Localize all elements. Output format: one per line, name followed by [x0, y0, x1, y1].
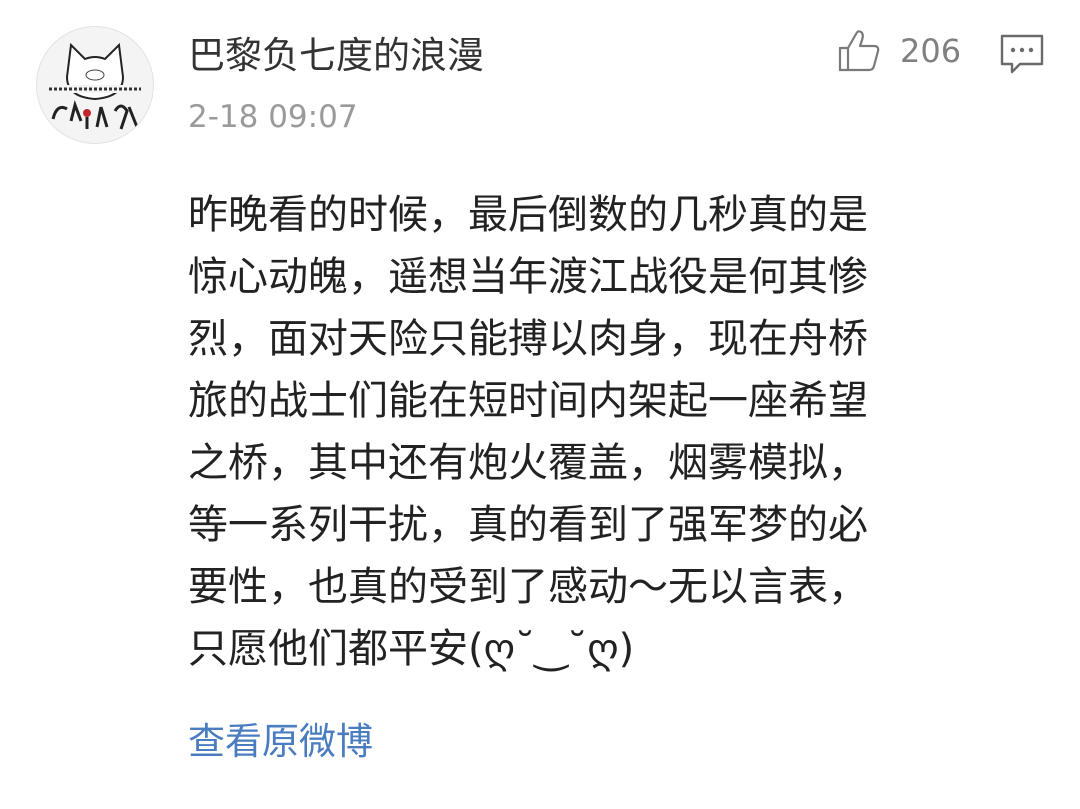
comment-line: 烈，面对天险只能搏以肉身，现在舟桥	[188, 316, 868, 362]
reply-button[interactable]	[998, 32, 1046, 76]
comment-bubble-icon	[1000, 34, 1044, 74]
comment-line: 旅的战士们能在短时间内架起一座希望	[188, 378, 868, 424]
like-button[interactable]: 206	[836, 28, 961, 74]
comment-line: 只愿他们都平安(ღ˘‿˘ღ)	[188, 626, 635, 672]
thumbs-up-icon	[838, 30, 880, 72]
comment-card: 巴黎负七度的浪漫 2-18 09:07 206 昨晚看的时候，最后倒数的几秒真的…	[0, 0, 1080, 809]
comment-line: 之桥，其中还有炮火覆盖，烟雾模拟，	[188, 440, 868, 486]
comment-line: 要性，也真的受到了感动～无以言表，	[188, 564, 868, 610]
comment-line: 昨晚看的时候，最后倒数的几秒真的是	[188, 192, 868, 238]
timestamp: 2-18 09:07	[188, 99, 358, 135]
cat-avatar-icon	[47, 42, 143, 130]
avatar[interactable]	[36, 26, 154, 144]
comment-body: 昨晚看的时候，最后倒数的几秒真的是 惊心动魄，遥想当年渡江战役是何其惨 烈，面对…	[188, 184, 1028, 680]
comment-line: 惊心动魄，遥想当年渡江战役是何其惨	[188, 254, 868, 300]
view-original-link[interactable]: 查看原微博	[188, 716, 373, 768]
comment-line: 等一系列干扰，真的看到了强军梦的必	[188, 502, 868, 548]
like-count: 206	[900, 32, 962, 70]
username[interactable]: 巴黎负七度的浪漫	[188, 28, 484, 84]
